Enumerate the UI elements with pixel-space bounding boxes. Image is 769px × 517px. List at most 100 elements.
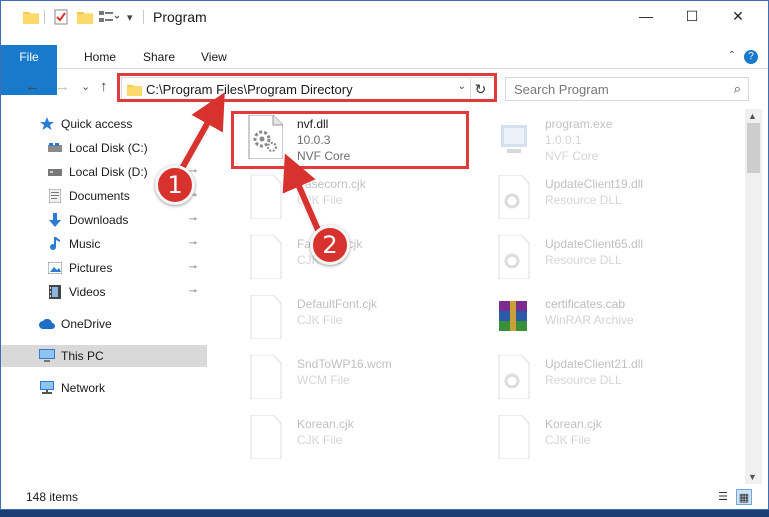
new-folder-icon[interactable] bbox=[77, 8, 93, 26]
file-type: Resource DLL bbox=[545, 373, 622, 387]
file-item-program-exe[interactable]: program.exe 1.0.0.1 NVF Core bbox=[477, 111, 717, 163]
minimize-button[interactable]: — bbox=[623, 1, 669, 31]
search-box[interactable]: Search Program ⌕ bbox=[505, 77, 749, 101]
generic-file-icon bbox=[495, 414, 531, 460]
maximize-button[interactable]: ☐ bbox=[669, 1, 715, 31]
cloud-icon bbox=[39, 316, 55, 332]
file-type: CJK File bbox=[297, 193, 343, 207]
sidebar-item-label: Videos bbox=[69, 285, 106, 299]
file-name: Basecorn.cjk bbox=[297, 177, 366, 191]
file-name: UpdateClient19.dll bbox=[545, 177, 644, 191]
exe-file-icon bbox=[495, 115, 531, 159]
sidebar-item-quick-access[interactable]: Quick access bbox=[1, 113, 207, 135]
forward-button[interactable]: → bbox=[55, 78, 70, 95]
generic-file-icon bbox=[247, 294, 283, 340]
file-item[interactable]: DefaultFont.cjk CJK File bbox=[229, 291, 469, 341]
sidebar-item-label: OneDrive bbox=[61, 317, 112, 331]
file-description: NVF Core bbox=[545, 149, 599, 163]
sidebar-item-videos[interactable]: Videos ⊸ bbox=[1, 281, 207, 303]
sidebar-item-local-disk-c[interactable]: Local Disk (C:) ⊸ bbox=[1, 137, 207, 159]
sidebar-item-label: Pictures bbox=[69, 261, 113, 275]
window-title: Program bbox=[153, 9, 207, 25]
item-count: 148 items bbox=[26, 490, 79, 504]
sidebar-item-label: Downloads bbox=[69, 213, 129, 227]
file-item[interactable]: certificates.cab WinRAR Archive bbox=[477, 291, 717, 341]
file-name: certificates.cab bbox=[545, 297, 626, 311]
dll-file-icon bbox=[495, 234, 531, 280]
sidebar-item-label: Quick access bbox=[61, 117, 133, 131]
back-button[interactable]: ← bbox=[25, 78, 40, 95]
address-bar-highlight bbox=[117, 73, 497, 102]
sidebar-item-onedrive[interactable]: OneDrive bbox=[1, 313, 207, 335]
file-type: Resource DLL bbox=[545, 253, 622, 267]
scrollbar-thumb[interactable] bbox=[747, 123, 760, 173]
sidebar-item-label: Network bbox=[61, 381, 106, 395]
customize-toolbar-icon[interactable]: ▾ bbox=[127, 8, 133, 26]
downloads-icon bbox=[47, 212, 63, 228]
file-item[interactable]: UpdateClient19.dll Resource DLL bbox=[477, 171, 717, 221]
tab-home[interactable]: Home bbox=[74, 45, 126, 69]
file-item[interactable]: Korean.cjk CJK File bbox=[477, 411, 717, 461]
pin-icon[interactable]: ⊸ bbox=[189, 238, 197, 249]
dll-file-icon bbox=[495, 354, 531, 400]
file-item[interactable]: UpdateClient21.dll Resource DLL bbox=[477, 351, 717, 401]
pin-icon[interactable]: ⊸ bbox=[189, 214, 197, 225]
drive-icon bbox=[47, 164, 63, 180]
sidebar-item-network[interactable]: Network bbox=[1, 377, 207, 399]
vertical-scrollbar[interactable]: ▲ ▼ bbox=[745, 109, 762, 484]
generic-file-icon bbox=[247, 414, 283, 460]
scroll-down-icon[interactable]: ▼ bbox=[748, 472, 757, 482]
search-icon[interactable]: ⌕ bbox=[734, 81, 741, 97]
file-item[interactable]: Basecorn.cjk CJK File bbox=[229, 171, 469, 221]
sidebar-item-pictures[interactable]: Pictures ⊸ bbox=[1, 257, 207, 279]
generic-file-icon bbox=[247, 354, 283, 400]
scroll-up-icon[interactable]: ▲ bbox=[748, 111, 757, 121]
documents-icon bbox=[47, 188, 63, 204]
file-name: DefaultFont.cjk bbox=[297, 297, 378, 311]
network-icon bbox=[39, 380, 55, 396]
music-icon bbox=[47, 236, 63, 252]
collapse-ribbon-icon[interactable]: ⌃ bbox=[728, 50, 736, 61]
file-name: program.exe bbox=[545, 117, 613, 131]
tab-share[interactable]: Share bbox=[133, 45, 185, 69]
sidebar-item-label: This PC bbox=[61, 349, 104, 363]
details-view-icon[interactable]: ☰ bbox=[715, 489, 731, 505]
recent-locations-button[interactable]: ⌄ bbox=[81, 80, 90, 93]
file-item[interactable]: Korean.cjk CJK File bbox=[229, 411, 469, 461]
sidebar-item-label: Local Disk (D:) bbox=[69, 165, 148, 179]
close-button[interactable]: ✕ bbox=[715, 1, 761, 31]
file-type: CJK File bbox=[297, 313, 343, 327]
file-name: Korean.cjk bbox=[545, 417, 602, 431]
pin-icon[interactable]: ⊸ bbox=[189, 262, 197, 273]
sidebar-item-label: Documents bbox=[69, 189, 130, 203]
file-item[interactable]: UpdateClient65.dll Resource DLL bbox=[477, 231, 717, 281]
up-button[interactable]: ↑ bbox=[100, 78, 108, 95]
sidebar-item-music[interactable]: Music ⊸ bbox=[1, 233, 207, 255]
pin-icon[interactable]: ⊸ bbox=[189, 286, 197, 297]
sidebar-item-label: Local Disk (C:) bbox=[69, 141, 148, 155]
videos-icon bbox=[47, 284, 63, 300]
file-type: CJK File bbox=[297, 433, 343, 447]
tab-view[interactable]: View bbox=[191, 45, 237, 69]
title-bar: ▾ Program — ☐ ✕ bbox=[1, 1, 768, 33]
file-type: Resource DLL bbox=[545, 193, 622, 207]
dll-file-icon bbox=[495, 174, 531, 220]
pin-icon[interactable]: ⊸ bbox=[189, 142, 197, 153]
file-type: CJK File bbox=[545, 433, 591, 447]
sidebar-item-this-pc[interactable]: This PC bbox=[1, 345, 207, 367]
properties-icon[interactable] bbox=[54, 8, 68, 26]
file-name: UpdateClient21.dll bbox=[545, 357, 644, 371]
file-name: UpdateClient65.dll bbox=[545, 237, 644, 251]
nvf-dll-highlight bbox=[231, 111, 469, 169]
help-icon[interactable]: ? bbox=[744, 50, 758, 64]
callout-badge-2: 2 bbox=[310, 225, 350, 265]
sidebar-item-label: Music bbox=[69, 237, 101, 251]
folder-icon[interactable] bbox=[23, 8, 39, 26]
view-options-icon[interactable] bbox=[99, 8, 119, 26]
sidebar-item-downloads[interactable]: Downloads ⊸ bbox=[1, 209, 207, 231]
large-icons-view-icon[interactable]: ▦ bbox=[736, 489, 752, 505]
search-input[interactable]: Search Program bbox=[514, 82, 609, 97]
pictures-icon bbox=[47, 260, 63, 276]
callout-badge-1: 1 bbox=[155, 165, 195, 205]
file-item[interactable]: SndToWP16.wcm WCM File bbox=[229, 351, 469, 401]
